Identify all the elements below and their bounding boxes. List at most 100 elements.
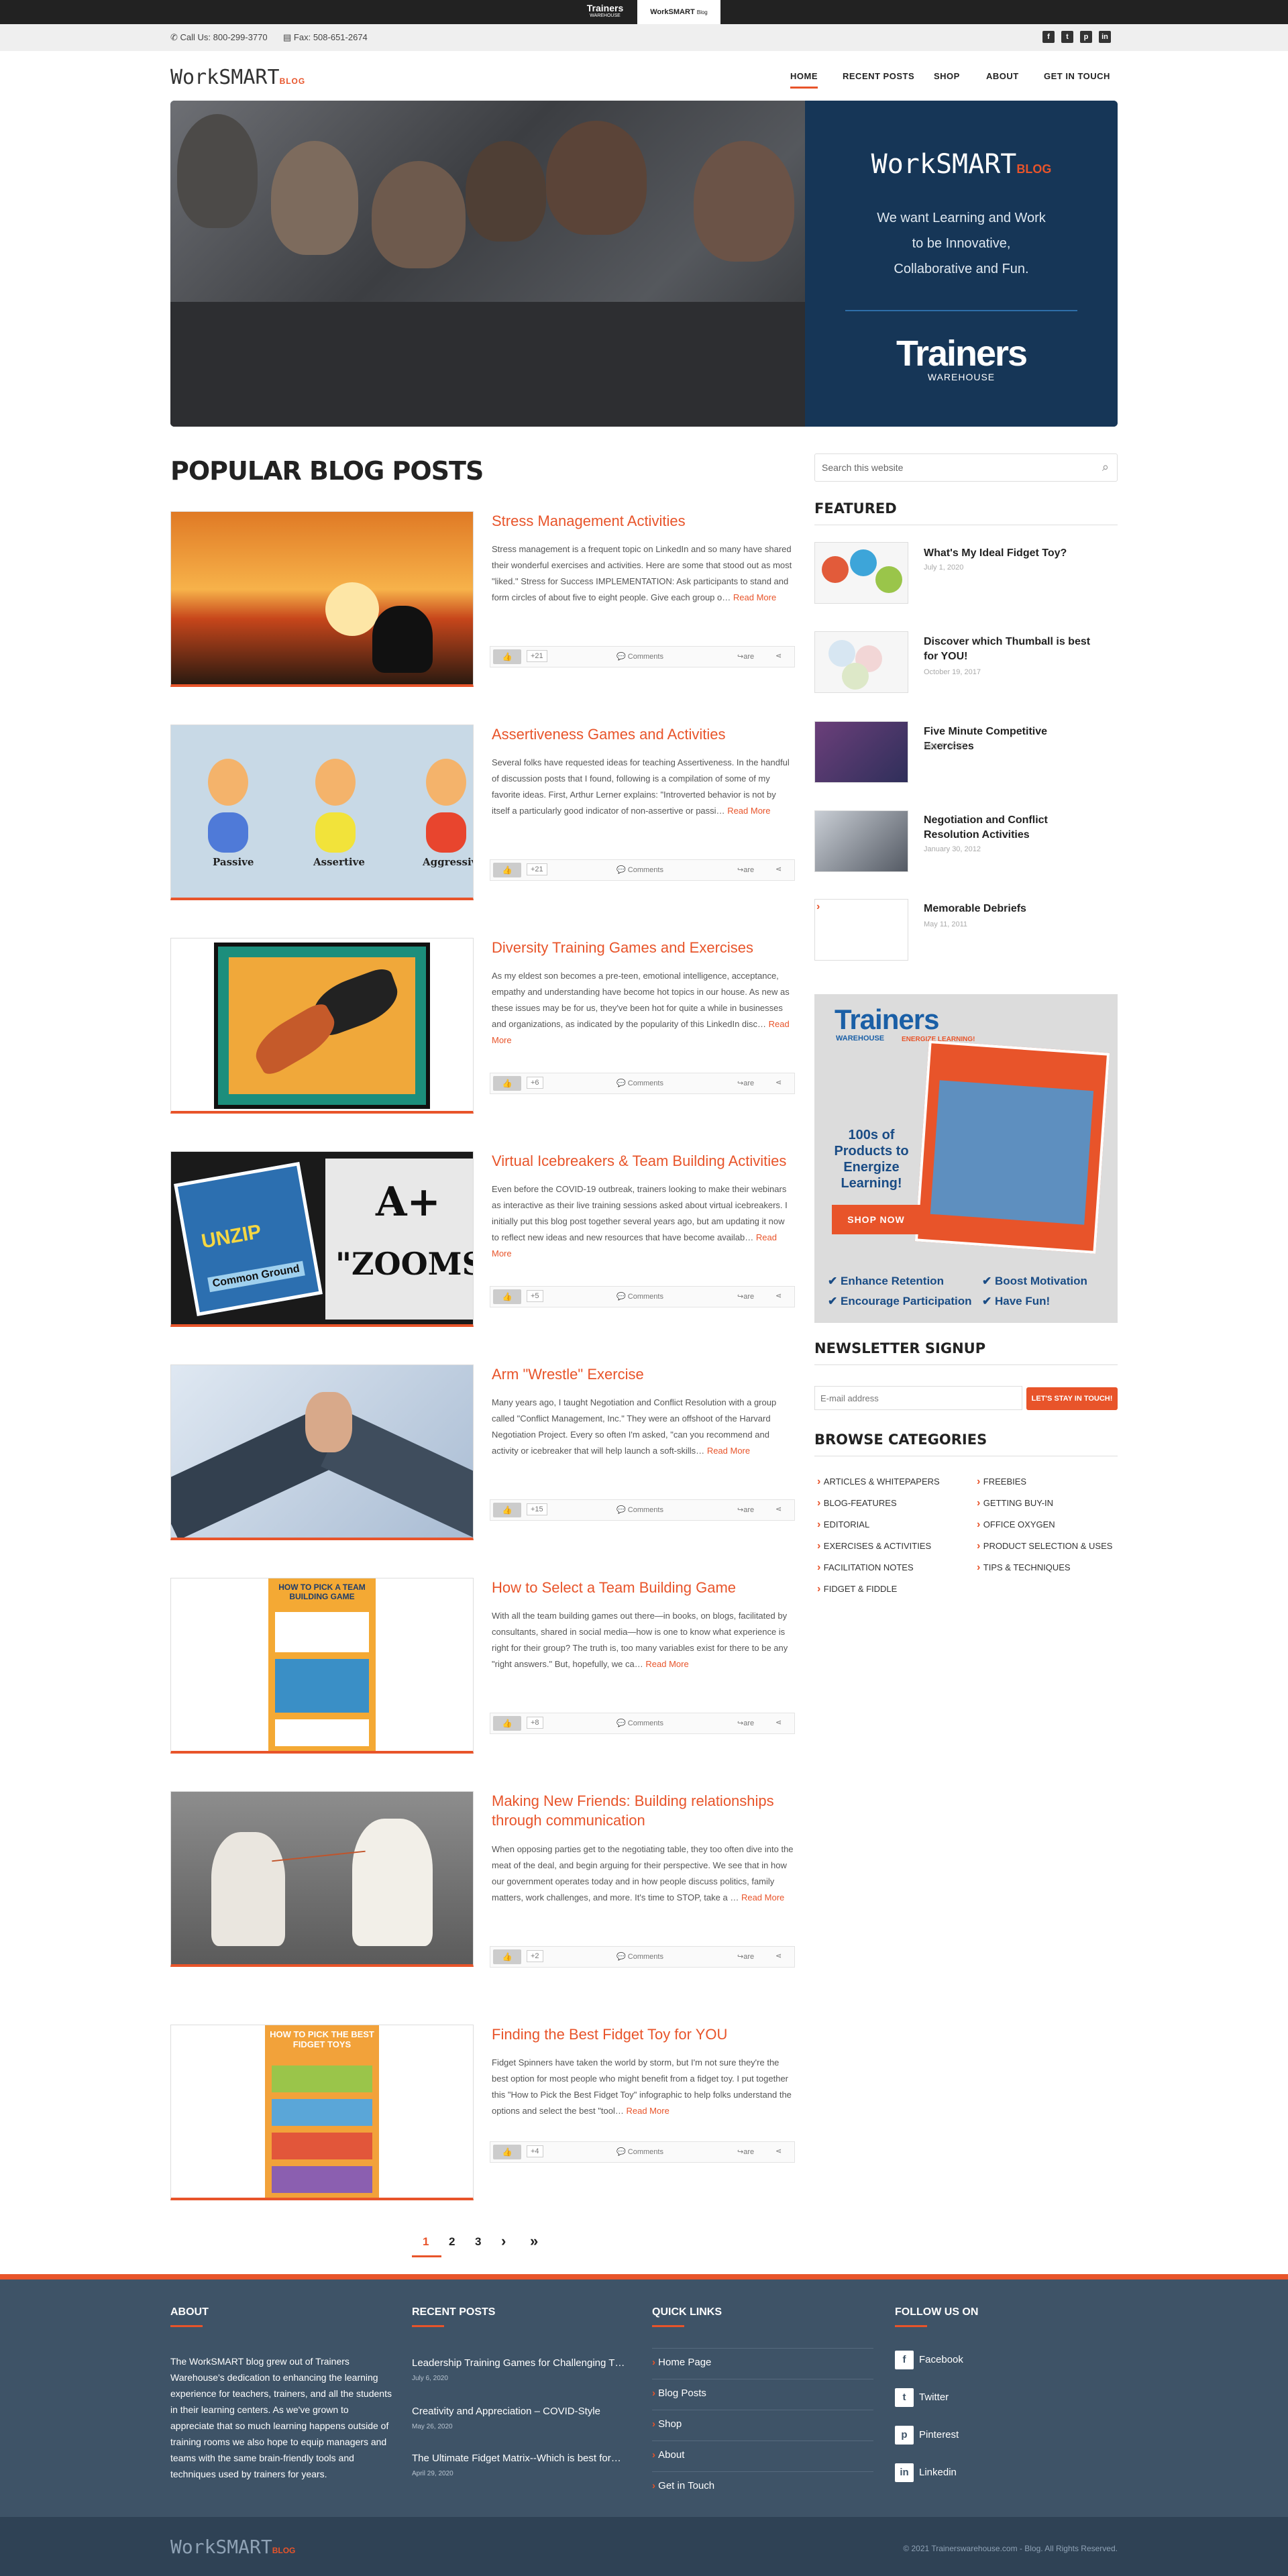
thumbs-up-icon[interactable]: 👍 bbox=[493, 1716, 521, 1731]
footer-linkedin-link[interactable]: in Linkedin bbox=[895, 2463, 957, 2482]
share-button[interactable]: ↪are bbox=[737, 1079, 754, 1087]
share-icon[interactable]: ⋖ bbox=[775, 1505, 782, 1513]
share-icon[interactable]: ⋖ bbox=[775, 1291, 782, 1300]
share-icon[interactable]: ⋖ bbox=[775, 2147, 782, 2155]
post-title[interactable]: How to Select a Team Building Game bbox=[492, 1578, 736, 1597]
pinterest-icon[interactable]: p bbox=[1080, 31, 1092, 43]
facebook-icon[interactable]: f bbox=[1042, 31, 1055, 43]
page-1-link[interactable]: 1 bbox=[423, 2235, 429, 2249]
share-icon[interactable]: ⋖ bbox=[775, 651, 782, 660]
post-title[interactable]: Stress Management Activities bbox=[492, 511, 686, 531]
category-fidget[interactable]: FIDGET & FIDDLE bbox=[817, 1583, 898, 1595]
read-more-link[interactable]: Read More bbox=[645, 1659, 688, 1669]
read-more-link[interactable]: Read More bbox=[733, 592, 776, 602]
share-icon[interactable]: ⋖ bbox=[775, 1718, 782, 1727]
search-input[interactable]: Search this website ⌕ bbox=[814, 453, 1118, 482]
search-icon[interactable]: ⌕ bbox=[1102, 460, 1109, 474]
read-more-link[interactable]: Read More bbox=[707, 1446, 750, 1456]
comments-link[interactable]: 💬 Comments bbox=[616, 1719, 663, 1727]
last-page-icon[interactable]: » bbox=[530, 2233, 538, 2250]
shop-now-button[interactable]: SHOP NOW bbox=[832, 1205, 920, 1234]
comments-link[interactable]: 💬 Comments bbox=[616, 865, 663, 874]
read-more-link[interactable]: Read More bbox=[727, 806, 770, 816]
featured-title[interactable]: Negotiation and Conflict Resolution Acti… bbox=[924, 813, 1098, 843]
comments-link[interactable]: 💬 Comments bbox=[616, 652, 663, 661]
featured-thumb-negotiation[interactable] bbox=[814, 810, 908, 872]
post-thumbnail-fidget[interactable]: HOW TO PICK THE BEST FIDGET TOYS bbox=[170, 2025, 474, 2200]
post-thumbnail-icebreakers[interactable]: UNZIP Common Ground A+ "ZOOMS" bbox=[170, 1151, 474, 1327]
thumbs-up-icon[interactable]: 👍 bbox=[493, 2145, 521, 2159]
share-button[interactable]: ↪are bbox=[737, 1952, 754, 1961]
thumbs-up-icon[interactable]: 👍 bbox=[493, 1076, 521, 1091]
thumbs-up-icon[interactable]: 👍 bbox=[493, 1289, 521, 1304]
nav-about[interactable]: ABOUT bbox=[986, 71, 1019, 81]
comments-link[interactable]: 💬 Comments bbox=[616, 1079, 663, 1087]
thumbs-up-icon[interactable]: 👍 bbox=[493, 1503, 521, 1517]
post-title[interactable]: Arm "Wrestle" Exercise bbox=[492, 1364, 644, 1384]
newsletter-email-input[interactable]: E-mail address bbox=[814, 1386, 1022, 1410]
share-button[interactable]: ↪are bbox=[737, 652, 754, 661]
nav-recent-posts[interactable]: RECENT POSTS bbox=[843, 71, 914, 81]
share-button[interactable]: ↪are bbox=[737, 865, 754, 874]
post-title[interactable]: Making New Friends: Building relationshi… bbox=[492, 1791, 794, 1830]
category-articles[interactable]: ARTICLES & WHITEPAPERS bbox=[817, 1476, 940, 1488]
thumbs-up-icon[interactable]: 👍 bbox=[493, 863, 521, 877]
featured-thumb-debriefs[interactable]: › bbox=[814, 899, 908, 961]
featured-title[interactable]: Memorable Debriefs bbox=[924, 902, 1098, 916]
category-product-selection[interactable]: PRODUCT SELECTION & USES bbox=[977, 1540, 1113, 1552]
footer-pinterest-link[interactable]: p Pinterest bbox=[895, 2426, 959, 2445]
share-button[interactable]: ↪are bbox=[737, 1719, 754, 1727]
nav-shop[interactable]: SHOP bbox=[934, 71, 960, 81]
share-icon[interactable]: ⋖ bbox=[775, 1951, 782, 1960]
featured-title[interactable]: What's My Ideal Fidget Toy? bbox=[924, 546, 1098, 561]
featured-title[interactable]: Discover which Thumball is best for YOU! bbox=[924, 635, 1098, 664]
post-title[interactable]: Finding the Best Fidget Toy for YOU bbox=[492, 2025, 727, 2044]
trainers-warehouse-tab[interactable]: Trainers WAREHOUSE bbox=[576, 0, 635, 24]
category-blog-features[interactable]: BLOG-FEATURES bbox=[817, 1497, 897, 1509]
category-buy-in[interactable]: GETTING BUY-IN bbox=[977, 1497, 1053, 1509]
footer-recent-post-link[interactable]: The Ultimate Fidget Matrix--Which is bes… bbox=[412, 2453, 621, 2464]
share-button[interactable]: ↪are bbox=[737, 1292, 754, 1301]
page-3-link[interactable]: 3 bbox=[475, 2235, 481, 2249]
comments-link[interactable]: 💬 Comments bbox=[616, 1505, 663, 1514]
site-logo[interactable]: WorkSMARTBLOG bbox=[170, 66, 305, 89]
post-thumbnail-stress[interactable] bbox=[170, 511, 474, 687]
read-more-link[interactable]: Read More bbox=[741, 1892, 784, 1902]
post-title[interactable]: Assertiveness Games and Activities bbox=[492, 724, 725, 744]
footer-link-home[interactable]: Home Page bbox=[652, 2348, 873, 2368]
thumbs-up-icon[interactable]: 👍 bbox=[493, 649, 521, 664]
footer-link-get-in-touch[interactable]: Get in Touch bbox=[652, 2471, 873, 2491]
category-exercises[interactable]: EXERCISES & ACTIVITIES bbox=[817, 1540, 931, 1552]
share-icon[interactable]: ⋖ bbox=[775, 1078, 782, 1087]
post-title[interactable]: Virtual Icebreakers & Team Building Acti… bbox=[492, 1151, 786, 1171]
featured-thumb-fidget[interactable] bbox=[814, 542, 908, 604]
page-2-link[interactable]: 2 bbox=[449, 2235, 455, 2249]
post-thumbnail-team-game[interactable]: HOW TO PICK A TEAM BUILDING GAME bbox=[170, 1578, 474, 1754]
thumbs-up-icon[interactable]: 👍 bbox=[493, 1949, 521, 1964]
featured-thumb-competitive[interactable] bbox=[814, 721, 908, 783]
category-editorial[interactable]: EDITORIAL bbox=[817, 1519, 869, 1531]
nav-get-in-touch[interactable]: GET IN TOUCH bbox=[1044, 71, 1110, 81]
share-button[interactable]: ↪are bbox=[737, 2147, 754, 2156]
twitter-icon[interactable]: t bbox=[1061, 31, 1073, 43]
trainers-warehouse-ad[interactable]: Trainers WAREHOUSE ENERGIZE LEARNING! 10… bbox=[814, 994, 1118, 1323]
footer-recent-post-link[interactable]: Leadership Training Games for Challengin… bbox=[412, 2357, 625, 2369]
category-office-oxygen[interactable]: OFFICE OXYGEN bbox=[977, 1519, 1055, 1531]
post-thumbnail-assertive[interactable]: Passive Assertive Aggressive bbox=[170, 724, 474, 900]
footer-link-shop[interactable]: Shop bbox=[652, 2410, 873, 2430]
share-icon[interactable]: ⋖ bbox=[775, 865, 782, 873]
post-thumbnail-diversity[interactable] bbox=[170, 938, 474, 1114]
footer-link-blog-posts[interactable]: Blog Posts bbox=[652, 2379, 873, 2399]
featured-thumb-thumball[interactable] bbox=[814, 631, 908, 693]
comments-link[interactable]: 💬 Comments bbox=[616, 1292, 663, 1301]
footer-twitter-link[interactable]: t Twitter bbox=[895, 2388, 949, 2407]
phone-info[interactable]: ✆ Call Us: 800-299-3770 bbox=[170, 32, 268, 43]
category-tips[interactable]: TIPS & TECHNIQUES bbox=[977, 1562, 1071, 1574]
footer-logo[interactable]: WorkSMARTBLOG bbox=[170, 2536, 295, 2558]
worksmart-blog-tab[interactable]: WorkSMART Blog bbox=[637, 0, 720, 24]
comments-link[interactable]: 💬 Comments bbox=[616, 2147, 663, 2156]
comments-link[interactable]: 💬 Comments bbox=[616, 1952, 663, 1961]
linkedin-icon[interactable]: in bbox=[1099, 31, 1111, 43]
footer-recent-post-link[interactable]: Creativity and Appreciation – COVID-Styl… bbox=[412, 2406, 600, 2417]
read-more-link[interactable]: Read More bbox=[626, 2106, 669, 2116]
